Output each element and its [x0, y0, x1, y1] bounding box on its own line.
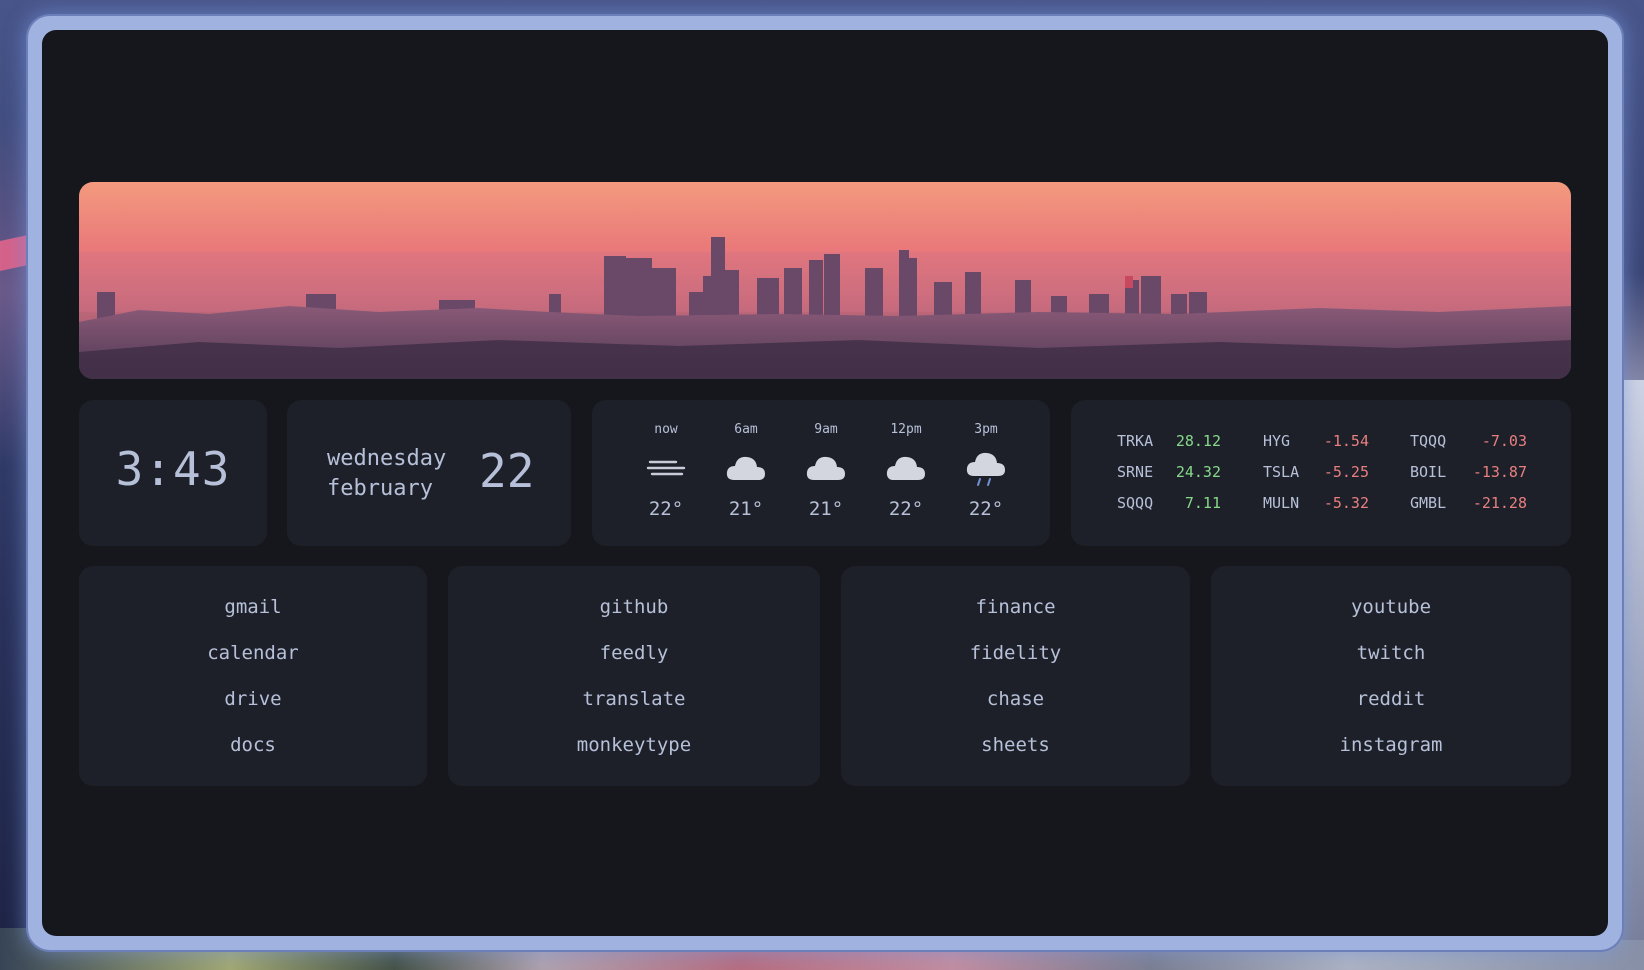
weather-forecast-item: 9am 21°	[786, 422, 866, 520]
fog-icon	[626, 446, 706, 490]
link-gmail[interactable]: gmail	[79, 596, 427, 618]
weather-forecast-item: 12pm 22°	[866, 422, 946, 520]
stock-ticker: MULN	[1263, 494, 1300, 512]
weather-time: 12pm	[890, 422, 922, 437]
weather-temp: 22°	[968, 498, 1004, 520]
link-twitch[interactable]: twitch	[1211, 642, 1571, 664]
weather-temp: 21°	[728, 498, 764, 520]
link-reddit[interactable]: reddit	[1211, 688, 1571, 710]
stock-ticker: GMBL	[1410, 494, 1447, 512]
stock-row: SQQQ 7.11 MULN -5.32 GMBL -21.28	[1071, 494, 1571, 524]
weather-temp: 22°	[888, 498, 924, 520]
skyline-image	[79, 182, 1571, 379]
stocks-card: TRKA 28.12 HYG -1.54 TQQQ -7.03 SRNE 24.…	[1071, 400, 1571, 546]
date-weekday: wednesday	[327, 446, 447, 471]
stock-ticker: SQQQ	[1117, 494, 1154, 512]
links-group-google: gmail calendar drive docs	[79, 566, 427, 786]
stock-ticker: SRNE	[1117, 463, 1154, 481]
stock-ticker: BOIL	[1410, 463, 1447, 481]
wallpaper-detail	[1622, 380, 1644, 940]
stock-change: 24.32	[1175, 463, 1221, 481]
stock-change: 28.12	[1175, 432, 1221, 450]
link-sheets[interactable]: sheets	[841, 734, 1190, 756]
stock-ticker: TRKA	[1117, 432, 1154, 450]
weather-time: 9am	[814, 422, 838, 437]
link-feedly[interactable]: feedly	[448, 642, 820, 664]
link-github[interactable]: github	[448, 596, 820, 618]
link-drive[interactable]: drive	[79, 688, 427, 710]
link-calendar[interactable]: calendar	[79, 642, 427, 664]
stock-change: -1.54	[1323, 432, 1369, 450]
stock-change: -21.28	[1472, 494, 1527, 512]
stock-ticker: HYG	[1263, 432, 1291, 450]
clock-time: 3:43	[115, 442, 231, 496]
cloud-icon	[786, 446, 866, 490]
stock-ticker: TSLA	[1263, 463, 1300, 481]
clock-card: 3:43	[79, 400, 267, 546]
weather-forecast-item: 6am 21°	[706, 422, 786, 520]
links-group-media: youtube twitch reddit instagram	[1211, 566, 1571, 786]
weather-forecast-item: 3pm 22°	[946, 422, 1026, 520]
weather-time: now	[654, 422, 678, 437]
stock-change: -13.87	[1472, 463, 1527, 481]
stock-ticker: TQQQ	[1410, 432, 1447, 450]
date-day: 22	[479, 444, 535, 498]
weather-card: now 22° 6am 21° 9am 21° 12pm 22° 3pm 22°	[592, 400, 1050, 546]
stock-change: -7.03	[1481, 432, 1527, 450]
weather-temp: 21°	[808, 498, 844, 520]
cloud-icon	[706, 446, 786, 490]
stock-row: TRKA 28.12 HYG -1.54 TQQQ -7.03	[1071, 432, 1571, 462]
skyline-banner	[79, 182, 1571, 379]
rain-cloud-icon	[946, 446, 1026, 490]
weather-time: 3pm	[974, 422, 998, 437]
link-chase[interactable]: chase	[841, 688, 1190, 710]
link-instagram[interactable]: instagram	[1211, 734, 1571, 756]
weather-forecast-item: now 22°	[626, 422, 706, 520]
date-month: february	[327, 476, 433, 501]
link-youtube[interactable]: youtube	[1211, 596, 1571, 618]
link-translate[interactable]: translate	[448, 688, 820, 710]
stock-change: 7.11	[1184, 494, 1221, 512]
stock-change: -5.25	[1323, 463, 1369, 481]
cloud-icon	[866, 446, 946, 490]
stock-change: -5.32	[1323, 494, 1369, 512]
link-docs[interactable]: docs	[79, 734, 427, 756]
link-monkeytype[interactable]: monkeytype	[448, 734, 820, 756]
stock-row: SRNE 24.32 TSLA -5.25 BOIL -13.87	[1071, 463, 1571, 493]
weather-temp: 22°	[648, 498, 684, 520]
link-finance[interactable]: finance	[841, 596, 1190, 618]
weather-time: 6am	[734, 422, 758, 437]
link-fidelity[interactable]: fidelity	[841, 642, 1190, 664]
date-card: wednesday february 22	[287, 400, 571, 546]
links-group-finance: finance fidelity chase sheets	[841, 566, 1190, 786]
wallpaper-detail	[0, 235, 28, 271]
links-group-tools: github feedly translate monkeytype	[448, 566, 820, 786]
